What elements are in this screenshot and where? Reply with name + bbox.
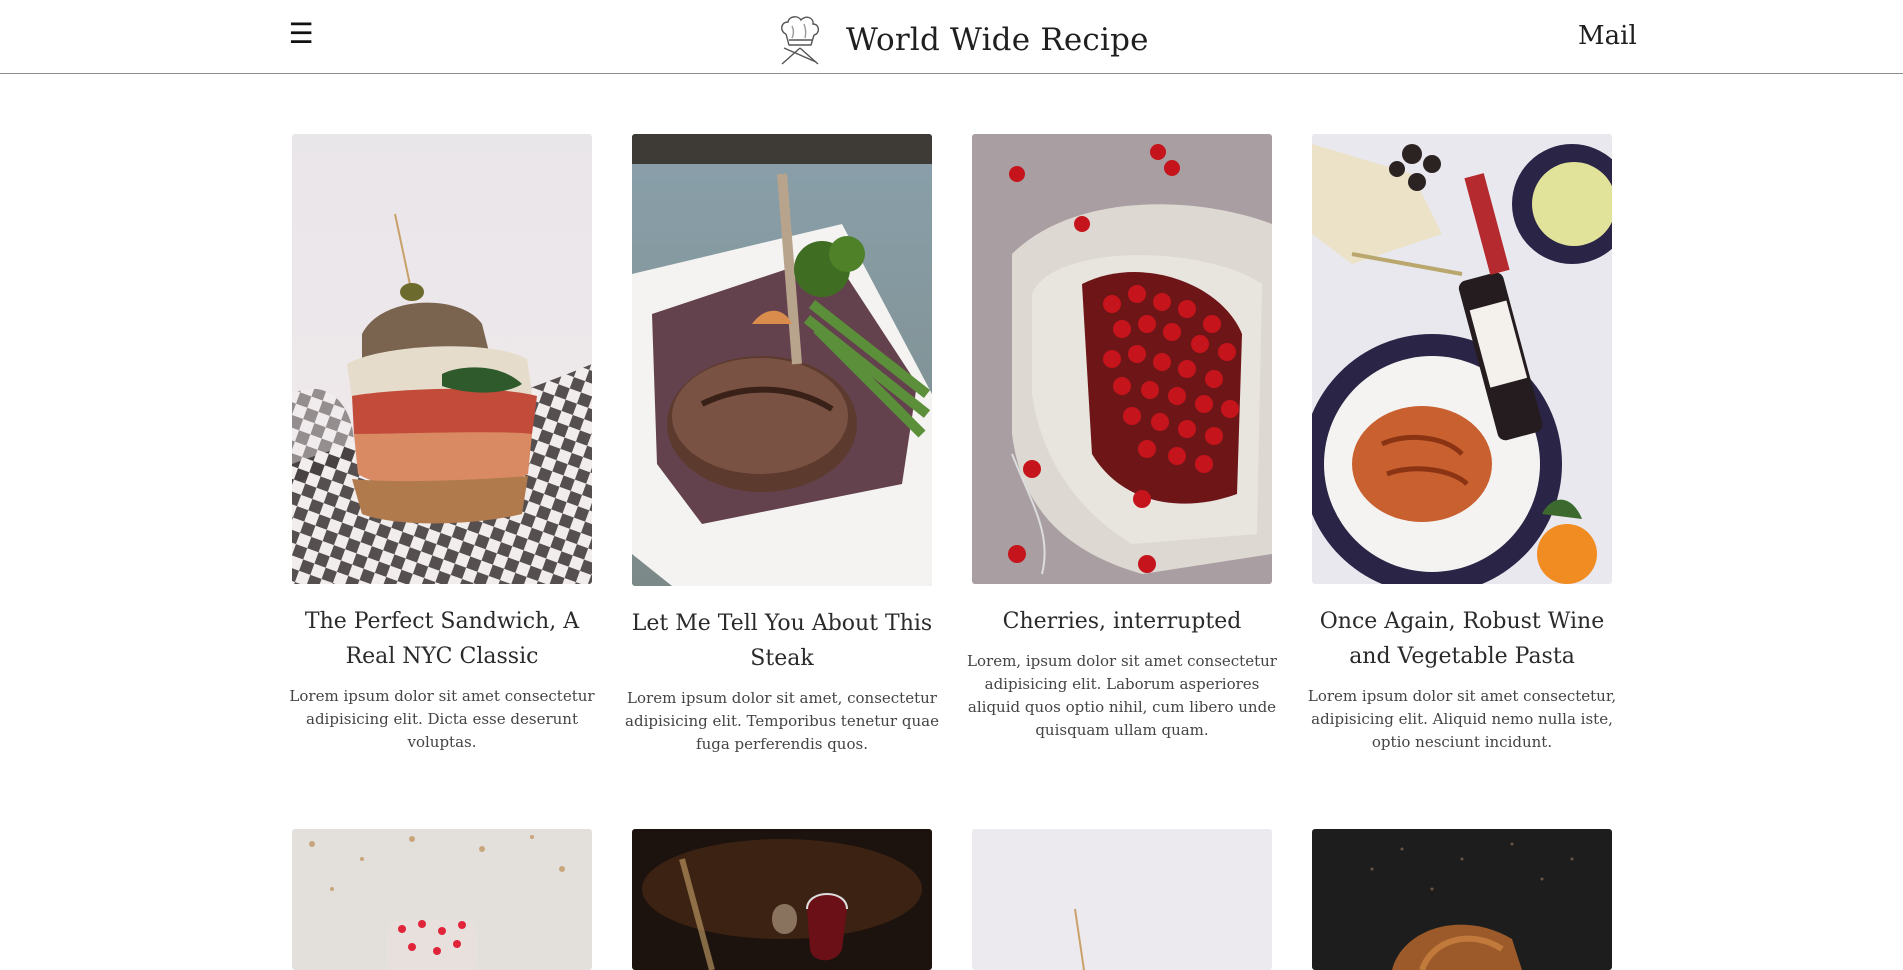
card-title[interactable]: The Perfect Sandwich, A Real NYC Classic bbox=[282, 604, 602, 674]
cherries-photo[interactable] bbox=[972, 134, 1272, 584]
brand[interactable]: World Wide Recipe bbox=[770, 12, 1149, 68]
site-header: ☰ World Wide Recipe Mail bbox=[0, 0, 1903, 74]
card-description: Lorem ipsum dolor sit amet consectetur, … bbox=[1307, 687, 1617, 751]
hamburger-menu-icon[interactable]: ☰ bbox=[286, 18, 316, 50]
wine-pasta-photo[interactable] bbox=[1312, 134, 1612, 584]
card-description: Lorem ipsum dolor sit amet, consectetur … bbox=[625, 689, 939, 753]
wine-glasses-photo[interactable] bbox=[632, 829, 932, 970]
sandwich-photo[interactable] bbox=[972, 829, 1272, 970]
mail-link[interactable]: Mail bbox=[1578, 21, 1637, 51]
steak-photo[interactable] bbox=[632, 134, 932, 586]
card-title[interactable]: Let Me Tell You About This Steak bbox=[622, 606, 942, 676]
site-title: World Wide Recipe bbox=[846, 22, 1149, 58]
card-description: Lorem ipsum dolor sit amet consectetur a… bbox=[289, 687, 595, 751]
bread-photo[interactable] bbox=[1312, 829, 1612, 970]
sandwich-photo[interactable] bbox=[292, 134, 592, 584]
dessert-photo[interactable] bbox=[292, 829, 592, 970]
chef-hat-logo-icon bbox=[781, 16, 820, 65]
card-title[interactable]: Cherries, interrupted bbox=[962, 604, 1282, 639]
card-title[interactable]: Once Again, Robust Wine and Vegetable Pa… bbox=[1302, 604, 1622, 674]
card-description: Lorem, ipsum dolor sit amet consectetur … bbox=[967, 652, 1277, 739]
